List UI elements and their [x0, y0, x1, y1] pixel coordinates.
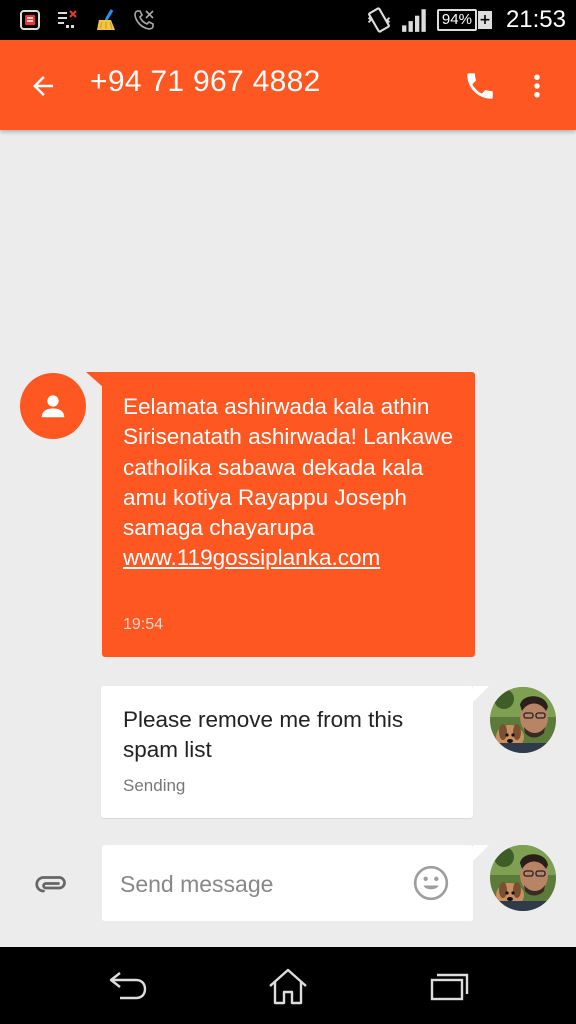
- app-bar: +94 71 967 4882: [0, 40, 576, 130]
- call-button[interactable]: [456, 62, 504, 110]
- emoji-icon: [413, 865, 449, 901]
- incoming-message-link[interactable]: www.119gossiplanka.com: [123, 545, 380, 570]
- attach-button[interactable]: [28, 862, 74, 908]
- status-clock: 21:53: [505, 6, 566, 33]
- incoming-message-bubble[interactable]: Eelamata ashirwada kala athin Sirisenata…: [102, 372, 475, 657]
- emoji-button[interactable]: [410, 862, 452, 904]
- attach-paperclip-icon: [35, 876, 66, 893]
- cleaner-broom-icon: [97, 9, 115, 30]
- back-nav-icon: [109, 972, 147, 1000]
- nav-back-button[interactable]: [100, 961, 156, 1011]
- status-bar-notifications: [18, 8, 156, 32]
- status-bar: 94% + 21:53: [0, 0, 576, 40]
- message-input[interactable]: [118, 863, 402, 905]
- nav-recents-button[interactable]: [420, 961, 476, 1011]
- outgoing-message-text: Please remove me from this spam list: [123, 707, 404, 763]
- recent-apps-icon: [430, 973, 469, 1001]
- status-bar-system: 94% + 21:53: [365, 6, 566, 34]
- outgoing-bubble-tail: [473, 686, 489, 702]
- navigation-bar: [0, 947, 576, 1024]
- person-icon: [41, 395, 65, 418]
- battery-charging-plus: +: [477, 11, 492, 29]
- outgoing-message-bubble[interactable]: Please remove me from this spam list Sen…: [101, 686, 473, 818]
- outgoing-message-status: Sending: [123, 776, 186, 795]
- self-photo-icon: [490, 687, 556, 753]
- battery-icon: 94% +: [436, 9, 492, 31]
- battery-percent: 94%: [436, 9, 477, 31]
- back-arrow-icon: [33, 76, 53, 96]
- home-nav-icon: [269, 968, 307, 1005]
- overflow-menu-button[interactable]: [516, 62, 558, 110]
- incoming-message-body: Eelamata ashirwada kala athin Sirisenata…: [123, 394, 454, 541]
- contact-avatar[interactable]: [20, 373, 86, 439]
- conversation-title: +94 71 967 4882: [90, 65, 321, 98]
- signal-strength-icon: [401, 9, 426, 32]
- missed-call-icon: [134, 10, 154, 30]
- self-avatar-composer[interactable]: [490, 845, 556, 911]
- task-manager-icon: [20, 10, 40, 30]
- message-composer: [102, 845, 473, 921]
- data-disabled-icon: [58, 10, 77, 28]
- composer-tail: [473, 845, 489, 861]
- incoming-message-text: Eelamata ashirwada kala athin Sirisenata…: [123, 392, 463, 574]
- phone-icon: [467, 73, 493, 99]
- vibrate-icon: [367, 7, 391, 33]
- incoming-message-time: 19:54: [123, 616, 164, 633]
- self-photo-icon: [490, 845, 556, 911]
- back-button[interactable]: [20, 63, 66, 109]
- nav-home-button[interactable]: [260, 961, 316, 1011]
- more-vert-icon: [534, 74, 540, 98]
- self-avatar[interactable]: [490, 687, 556, 753]
